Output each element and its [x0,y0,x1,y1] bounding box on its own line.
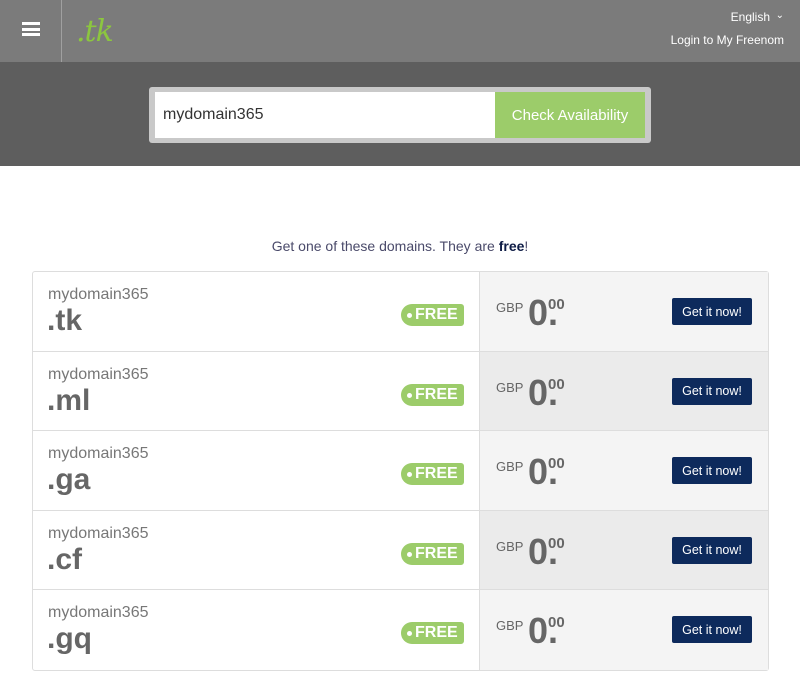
language-selector[interactable]: English [731,10,770,24]
domain-row: mydomain365 .cf FREE GBP 0. 00 Get it no… [33,510,768,591]
tagline-bold: free [498,238,525,254]
price-cell: GBP 0. 00 Get it now! [480,431,768,510]
hamburger-menu-icon[interactable] [22,22,40,36]
currency: GBP [496,379,524,395]
price-cents: 00 [548,455,565,473]
get-it-now-button[interactable]: Get it now! [672,298,752,325]
price-cell: GBP 0. 00 Get it now! [480,510,768,590]
price-cents: 00 [548,614,565,632]
domain-info: mydomain365 .ml FREE [33,351,480,431]
currency: GBP [496,538,524,554]
price-cents: 00 [548,534,565,552]
domain-name: mydomain365 [48,445,149,463]
domain-name: mydomain365 [48,524,149,542]
domain-name: mydomain365 [48,365,149,383]
price-cell: GBP 0. 00 Get it now! [480,590,768,670]
free-badge: FREE [401,622,464,645]
tagline: Get one of these domains. They are free! [0,238,800,254]
domain-row: mydomain365 .ml FREE GBP 0. 00 Get it no… [33,351,768,432]
get-it-now-button[interactable]: Get it now! [672,457,752,485]
divider [61,0,62,62]
domain-results: mydomain365 .tk FREE GBP 0. 00 Get it no… [32,271,769,671]
price-cell: GBP 0. 00 Get it now! [480,351,768,431]
domain-tld: .ml [47,383,91,417]
get-it-now-button[interactable]: Get it now! [672,536,752,564]
free-badge: FREE [401,542,464,565]
free-badge: FREE [401,463,464,486]
top-bar: .tk English ⌄ Login to My Freenom [0,0,800,62]
domain-row: mydomain365 .gq FREE GBP 0. 00 Get it no… [33,590,768,670]
get-it-now-button[interactable]: Get it now! [672,616,752,644]
chevron-down-icon[interactable]: ⌄ [776,10,784,21]
currency: GBP [496,459,524,475]
tagline-text: Get one of these domains. They are [271,238,499,254]
domain-info: mydomain365 .ga FREE [33,431,480,510]
domain-search-input[interactable] [155,92,495,138]
domain-tld: .gq [47,622,92,656]
currency: GBP [496,618,524,634]
domain-tld: .ga [47,463,91,497]
domain-name: mydomain365 [48,604,149,622]
check-availability-button[interactable]: Check Availability [495,92,645,138]
domain-row: mydomain365 .tk FREE GBP 0. 00 Get it no… [33,272,768,352]
domain-tld: .cf [47,542,83,576]
domain-name: mydomain365 [48,286,149,303]
free-badge: FREE [401,383,464,406]
price-cents: 00 [548,296,565,313]
domain-info: mydomain365 .cf FREE [33,510,480,590]
search-box: Check Availability [149,87,651,143]
free-badge: FREE [401,304,464,326]
search-band: Check Availability [0,62,800,166]
tagline-end: ! [524,238,529,254]
get-it-now-button[interactable]: Get it now! [672,377,752,405]
price-cell: GBP 0. 00 Get it now! [480,272,768,351]
domain-row: mydomain365 .ga FREE GBP 0. 00 Get it no… [33,431,768,511]
login-link[interactable]: Login to My Freenom [671,33,784,47]
domain-tld: .tk [47,304,83,337]
domain-info: mydomain365 .tk FREE [33,272,480,351]
price-cents: 00 [548,375,565,393]
logo[interactable]: .tk [76,14,114,49]
domain-info: mydomain365 .gq FREE [33,590,480,670]
currency: GBP [496,300,524,315]
